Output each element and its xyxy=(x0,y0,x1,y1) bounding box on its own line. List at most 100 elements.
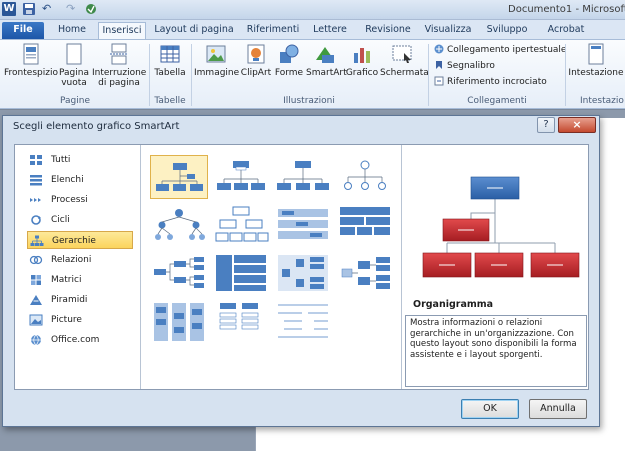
ribbon: Frontespizio Pagina vuota Interruzione d… xyxy=(0,39,625,109)
category-relazioni[interactable]: Relazioni xyxy=(27,251,133,269)
collegamenti-group-label: Collegamenti xyxy=(467,96,527,106)
category-label: Tutti xyxy=(51,155,71,165)
tab-inserisci[interactable]: Inserisci xyxy=(98,22,146,39)
relationship-icon xyxy=(29,255,43,265)
customize-toolbar-icon[interactable] xyxy=(84,2,98,16)
collegamento-ipertestuale-button[interactable]: Collegamento ipertestuale xyxy=(434,44,566,56)
immagine-label: Immagine xyxy=(194,68,240,78)
category-office-com[interactable]: Office.com xyxy=(27,331,133,349)
organigramma-preview xyxy=(422,176,580,278)
save-icon[interactable] xyxy=(22,2,36,16)
preview-pane: Organigramma Mostra informazioni o relaz… xyxy=(403,145,589,389)
redo-icon[interactable]: ↷ xyxy=(66,2,80,16)
category-matrici[interactable]: Matrici xyxy=(27,271,133,289)
layout-gerarchia-etichettata[interactable] xyxy=(150,203,208,247)
tab-home[interactable]: Home xyxy=(52,22,92,39)
pagina-vuota-button[interactable]: Pagina vuota xyxy=(58,43,90,88)
segnalibro-button[interactable]: Segnalibro xyxy=(434,60,495,72)
category-picture[interactable]: Picture xyxy=(27,311,133,329)
pagina-vuota-label-1: Pagina xyxy=(59,68,89,78)
layout-gerarchia-multilivello[interactable] xyxy=(336,251,394,295)
blank-page-icon xyxy=(66,43,82,65)
forme-button[interactable]: Forme xyxy=(273,43,305,78)
tab-acrobat[interactable]: Acrobat xyxy=(544,22,588,39)
page-break-icon xyxy=(110,43,128,65)
smartart-dialog: Scegli elemento grafico SmartArt ? × Tut… xyxy=(2,115,600,427)
title-bar: W ↶ ↷ Documento1 - Microsoft W xyxy=(0,0,625,20)
tab-visualizza[interactable]: Visualizza xyxy=(422,22,474,39)
smartart-label: SmartArt xyxy=(306,68,347,78)
tab-layout-di-pagina[interactable]: Layout di pagina xyxy=(152,22,236,39)
category-list: Tutti Elenchi Processi Cicli Gerarchie R… xyxy=(15,145,141,389)
tabella-label: Tabella xyxy=(154,68,186,78)
cycle-icon xyxy=(31,215,41,225)
all-icon xyxy=(30,155,42,165)
help-button[interactable]: ? xyxy=(537,117,555,133)
layout-elenco-gerarchico-linee[interactable] xyxy=(274,299,332,343)
immagine-button[interactable]: Immagine xyxy=(194,43,240,78)
interruzione-pagina-button[interactable]: Interruzione di pagina xyxy=(92,43,146,88)
layout-gerarchia-cerchi[interactable] xyxy=(336,155,394,199)
crossref-label: Riferimento incrociato xyxy=(447,77,547,87)
close-button[interactable]: × xyxy=(558,117,596,133)
frontespizio-button[interactable]: Frontespizio xyxy=(4,43,58,78)
layout-nome-titolo[interactable] xyxy=(212,155,270,199)
process-icon xyxy=(30,198,41,202)
layout-mezza-gerarchia[interactable] xyxy=(274,155,332,199)
preview-description: Mostra informazioni o relazioni gerarchi… xyxy=(405,315,587,387)
category-processi[interactable]: Processi xyxy=(27,191,133,209)
table-icon xyxy=(160,45,180,63)
cover-page-icon xyxy=(23,43,39,65)
layout-gallery xyxy=(142,145,402,389)
category-label: Piramidi xyxy=(51,295,88,305)
tab-lettere[interactable]: Lettere xyxy=(310,22,350,39)
tab-sviluppo[interactable]: Sviluppo xyxy=(482,22,532,39)
layout-organigramma[interactable] xyxy=(150,155,208,199)
grafico-button[interactable]: Grafico xyxy=(345,43,379,78)
cancel-button[interactable]: Annulla xyxy=(529,399,587,419)
group-separator xyxy=(428,44,429,106)
bookmark-icon xyxy=(436,61,442,69)
matrix-icon xyxy=(31,275,41,285)
category-elenchi[interactable]: Elenchi xyxy=(27,171,133,189)
category-label: Matrici xyxy=(51,275,82,285)
category-gerarchie[interactable]: Gerarchie xyxy=(27,231,133,249)
ribbon-tab-bar: File Home Inserisci Layout di pagina Rif… xyxy=(0,20,625,39)
schermata-button[interactable]: Schermata xyxy=(380,43,429,78)
layout-gerarchia-etichettata-orizzontale[interactable] xyxy=(274,251,332,295)
tab-file[interactable]: File xyxy=(2,22,44,39)
schermata-label: Schermata xyxy=(380,68,429,78)
layout-gerarchia-tabella[interactable] xyxy=(212,203,270,247)
dialog-title: Scegli elemento grafico SmartArt xyxy=(13,121,180,132)
tabella-button[interactable]: Tabella xyxy=(152,43,188,78)
riferimento-incrociato-button[interactable]: Riferimento incrociato xyxy=(434,76,547,88)
screenshot-icon xyxy=(392,45,412,63)
bookmark-label: Segnalibro xyxy=(447,61,495,71)
category-tutti[interactable]: Tutti xyxy=(27,151,133,169)
category-piramidi[interactable]: Piramidi xyxy=(27,291,133,309)
layout-elenco-gerarchico[interactable] xyxy=(274,203,332,247)
clipart-button[interactable]: ClipArt xyxy=(240,43,272,78)
forme-label: Forme xyxy=(274,68,304,78)
smartart-button[interactable]: SmartArt xyxy=(306,43,347,78)
header-icon xyxy=(588,43,604,65)
hyperlink-label: Collegamento ipertestuale xyxy=(447,45,567,55)
interruzione-label-1: Interruzione xyxy=(92,68,147,78)
layout-gerarchia-orizzontale[interactable] xyxy=(150,251,208,295)
pagine-group-label: Pagine xyxy=(60,96,90,106)
pagina-vuota-label-2: vuota xyxy=(61,78,87,88)
tab-revisione[interactable]: Revisione xyxy=(362,22,414,39)
undo-icon[interactable]: ↶ xyxy=(42,2,56,16)
tab-riferimenti[interactable]: Riferimenti xyxy=(244,22,302,39)
tabelle-group-label: Tabelle xyxy=(154,96,186,106)
pyramid-icon xyxy=(30,295,42,305)
intestazione-button[interactable]: Intestazione xyxy=(568,43,624,78)
category-label: Elenchi xyxy=(51,175,84,185)
layout-elenco-gerarchia-verticale[interactable] xyxy=(212,299,270,343)
category-cicli[interactable]: Cicli xyxy=(27,211,133,229)
word-app-icon[interactable]: W xyxy=(2,2,16,16)
layout-architettura-tabella[interactable] xyxy=(150,299,208,343)
ok-button[interactable]: OK xyxy=(461,399,519,419)
layout-gerarchia-orizzontale-tabella[interactable] xyxy=(336,203,394,247)
layout-elenco-gerarchico-orizzontale[interactable] xyxy=(212,251,270,295)
